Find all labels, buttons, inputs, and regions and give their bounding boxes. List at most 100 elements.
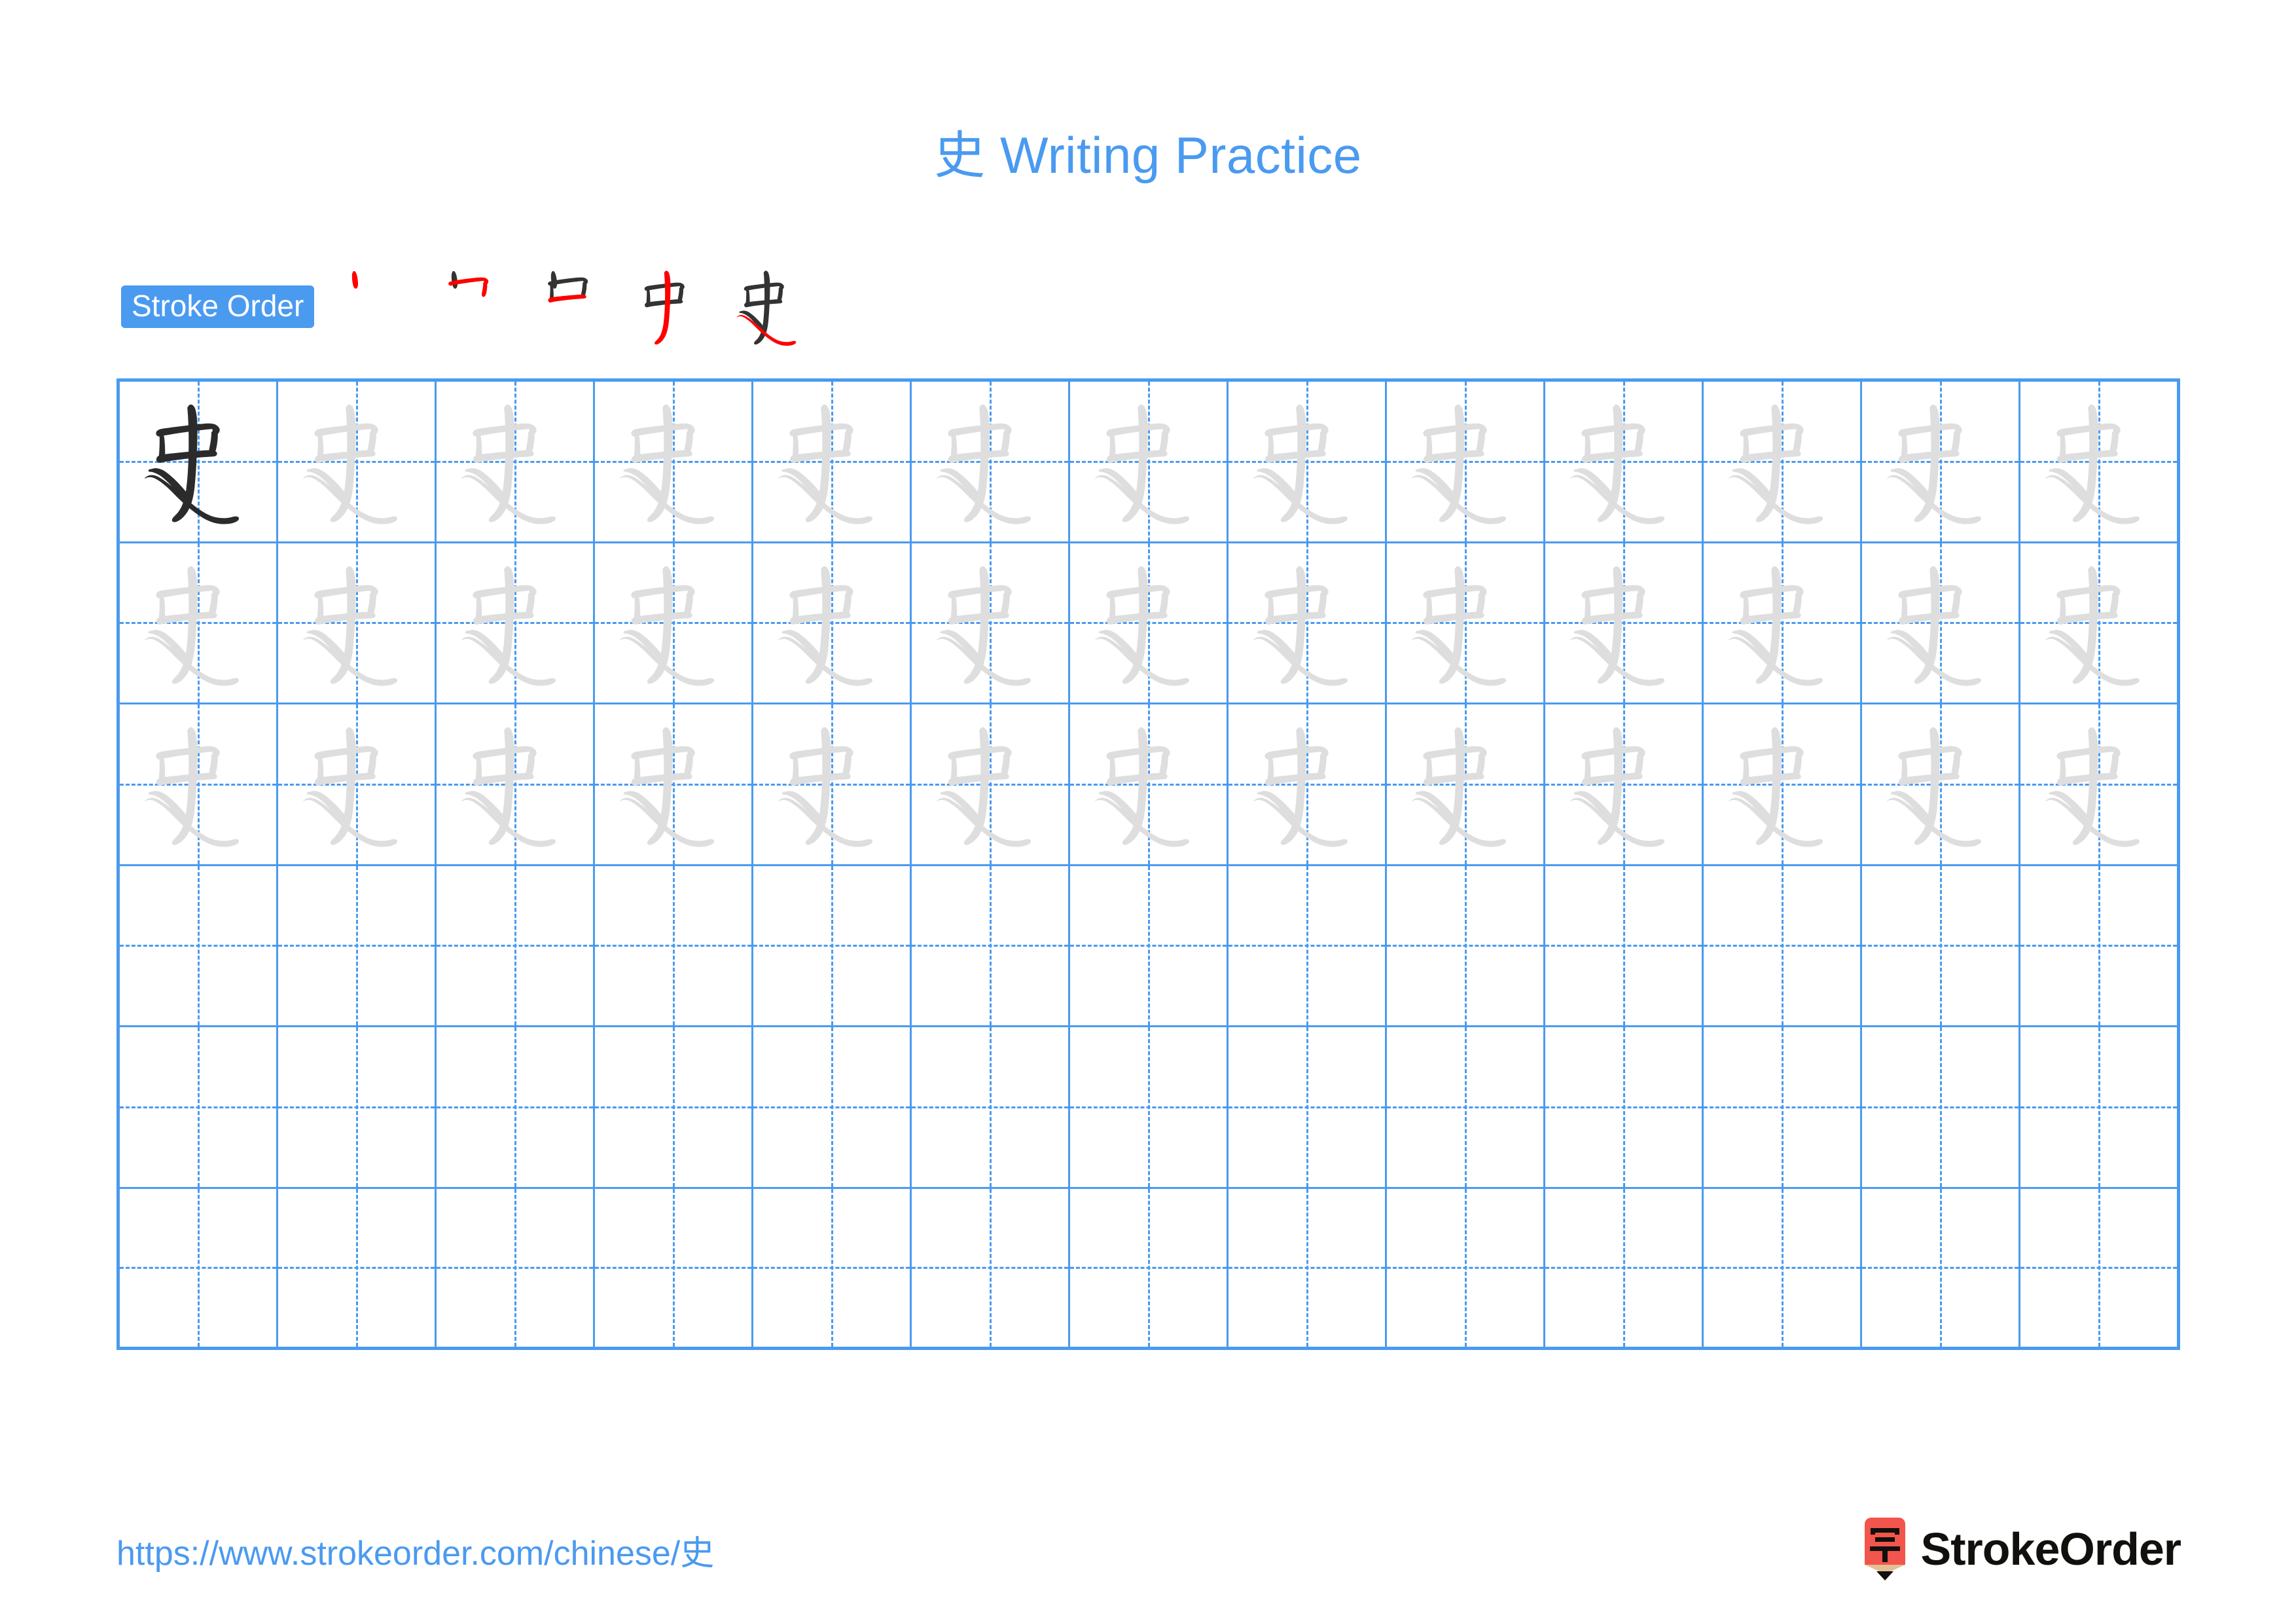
- grid-cell-blank[interactable]: [278, 866, 437, 1027]
- grid-cell-blank[interactable]: [1862, 866, 2020, 1027]
- grid-cell-trace[interactable]: [753, 704, 912, 866]
- grid-cell-blank[interactable]: [1704, 1188, 1862, 1350]
- grid-cell-trace[interactable]: [1704, 704, 1862, 866]
- grid-cell-trace[interactable]: [120, 704, 278, 866]
- grid-cell-blank[interactable]: [437, 866, 595, 1027]
- grid-cell-blank[interactable]: [1862, 1027, 2020, 1189]
- grid-cell-trace[interactable]: [278, 543, 437, 704]
- grid-cell-blank[interactable]: [1070, 866, 1229, 1027]
- grid-cell-trace[interactable]: [1229, 543, 1387, 704]
- grid-cell-trace[interactable]: [2020, 543, 2180, 704]
- grid-cell-trace[interactable]: [1862, 543, 2020, 704]
- grid-cell-blank[interactable]: [120, 866, 278, 1027]
- trace-character: [1862, 704, 2018, 864]
- footer-brand[interactable]: StrokeOrder: [1861, 1518, 2181, 1580]
- grid-cell-trace[interactable]: [1704, 543, 1862, 704]
- grid-cell-blank[interactable]: [437, 1188, 595, 1350]
- grid-cell-blank[interactable]: [2020, 1188, 2180, 1350]
- grid-cell-blank[interactable]: [912, 1188, 1070, 1350]
- grid-cell-trace[interactable]: [1387, 382, 1545, 543]
- grid-cell-blank[interactable]: [2020, 1027, 2180, 1189]
- grid-cell-trace[interactable]: [1229, 704, 1387, 866]
- stroke-step-2: [423, 257, 521, 356]
- guide-line-vertical: [1464, 866, 1467, 1025]
- grid-cell-blank[interactable]: [1070, 1027, 1229, 1189]
- grid-cell-blank[interactable]: [595, 1188, 753, 1350]
- grid-cell-trace[interactable]: [912, 382, 1070, 543]
- grid-cell-blank[interactable]: [1545, 1027, 1704, 1189]
- grid-cell-trace[interactable]: [1545, 382, 1704, 543]
- grid-cell-trace[interactable]: [595, 543, 753, 704]
- grid-cell-trace[interactable]: [595, 382, 753, 543]
- grid-cell-trace[interactable]: [437, 382, 595, 543]
- grid-cell-trace[interactable]: [437, 704, 595, 866]
- guide-line-vertical: [1306, 1027, 1308, 1187]
- grid-cell-blank[interactable]: [753, 1188, 912, 1350]
- grid-cell-trace[interactable]: [1704, 382, 1862, 543]
- grid-cell-trace[interactable]: [753, 382, 912, 543]
- stroke-step-3: [522, 257, 620, 356]
- trace-character: [912, 543, 1068, 703]
- grid-cell-trace[interactable]: [1387, 543, 1545, 704]
- grid-cell-blank[interactable]: [1229, 866, 1387, 1027]
- grid-cell-blank[interactable]: [2020, 866, 2180, 1027]
- grid-cell-blank[interactable]: [278, 1027, 437, 1189]
- grid-cell-blank[interactable]: [120, 1027, 278, 1189]
- grid-cell-blank[interactable]: [753, 1027, 912, 1189]
- grid-cell-blank[interactable]: [437, 1027, 595, 1189]
- trace-character: [120, 704, 276, 864]
- grid-cell-blank[interactable]: [120, 1188, 278, 1350]
- guide-line-vertical: [989, 1027, 992, 1187]
- trace-character: [120, 543, 276, 703]
- grid-cell-trace[interactable]: [1070, 704, 1229, 866]
- grid-cell-trace[interactable]: [912, 704, 1070, 866]
- grid-cell-trace[interactable]: [1387, 704, 1545, 866]
- grid-cell-blank[interactable]: [912, 866, 1070, 1027]
- grid-cell-blank[interactable]: [1229, 1188, 1387, 1350]
- guide-line-vertical: [355, 866, 358, 1025]
- grid-cell-blank[interactable]: [1229, 1027, 1387, 1189]
- grid-cell-blank[interactable]: [753, 866, 912, 1027]
- trace-character: [1545, 704, 1702, 864]
- grid-cell-blank[interactable]: [1704, 1027, 1862, 1189]
- grid-cell-trace[interactable]: [595, 704, 753, 866]
- grid-cell-trace[interactable]: [1070, 382, 1229, 543]
- footer-url-link[interactable]: https://www.strokeorder.com/chinese/史: [117, 1525, 714, 1575]
- grid-cell-trace[interactable]: [278, 382, 437, 543]
- grid-cell-trace[interactable]: [437, 543, 595, 704]
- grid-cell-blank[interactable]: [1545, 1188, 1704, 1350]
- guide-line-vertical: [514, 866, 516, 1025]
- guide-line-vertical: [197, 1027, 200, 1187]
- grid-cell-blank[interactable]: [1387, 866, 1545, 1027]
- grid-cell-trace[interactable]: [2020, 382, 2180, 543]
- grid-cell-trace[interactable]: [120, 543, 278, 704]
- grid-cell-blank[interactable]: [1070, 1188, 1229, 1350]
- guide-line-vertical: [197, 866, 200, 1025]
- grid-cell-trace[interactable]: [2020, 704, 2180, 866]
- grid-cell-blank[interactable]: [1862, 1188, 2020, 1350]
- grid-cell-trace[interactable]: [1862, 382, 2020, 543]
- grid-cell-trace[interactable]: [753, 543, 912, 704]
- grid-cell-blank[interactable]: [595, 1027, 753, 1189]
- grid-cell-trace[interactable]: [1545, 704, 1704, 866]
- guide-line-vertical: [1939, 1027, 1942, 1187]
- grid-row: [120, 866, 2180, 1027]
- grid-cell-trace[interactable]: [1862, 704, 2020, 866]
- grid-cell-blank[interactable]: [912, 1027, 1070, 1189]
- grid-cell-trace[interactable]: [1545, 543, 1704, 704]
- grid-cell-blank[interactable]: [595, 866, 753, 1027]
- grid-cell-trace[interactable]: [278, 704, 437, 866]
- grid-cell-blank[interactable]: [1387, 1188, 1545, 1350]
- trace-character: [1387, 704, 1543, 864]
- trace-character: [1070, 543, 1227, 703]
- grid-cell-blank[interactable]: [1387, 1027, 1545, 1189]
- grid-cell-blank[interactable]: [1545, 866, 1704, 1027]
- grid-cell-trace[interactable]: [1229, 382, 1387, 543]
- guide-line-vertical: [1939, 866, 1942, 1025]
- grid-cell-trace[interactable]: [912, 543, 1070, 704]
- grid-cell-blank[interactable]: [278, 1188, 437, 1350]
- grid-cell-model[interactable]: [120, 382, 278, 543]
- grid-cell-trace[interactable]: [1070, 543, 1229, 704]
- trace-character: [1862, 382, 2018, 541]
- grid-cell-blank[interactable]: [1704, 866, 1862, 1027]
